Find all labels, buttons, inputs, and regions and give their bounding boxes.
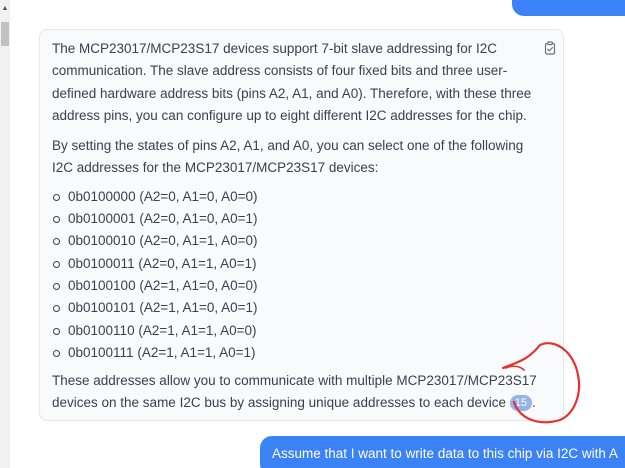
scrollbar[interactable]: ▲: [0, 0, 10, 468]
bullet-icon: [53, 193, 60, 201]
bullet-icon: [53, 216, 60, 224]
message-paragraph: By setting the states of pins A2, A1, an…: [52, 138, 524, 176]
list-item-text: 0b0100101 (A2=1, A1=0, A0=1): [68, 300, 258, 316]
list-item: 0b0100101 (A2=1, A1=0, A0=1): [52, 297, 542, 319]
clipboard-icon[interactable]: [543, 41, 557, 55]
list-item-text: 0b0100000 (A2=0, A1=0, A0=0): [68, 188, 258, 204]
list-item-text: 0b0100100 (A2=1, A1=0, A0=0): [68, 277, 258, 293]
bullet-icon: [53, 282, 60, 290]
list-item-text: 0b0100001 (A2=0, A1=0, A0=1): [68, 211, 258, 227]
paragraph-text: These addresses allow you to communicate…: [52, 373, 537, 411]
user-message-text: Assume that I want to write data to this…: [272, 446, 618, 461]
bullet-icon: [53, 305, 60, 313]
assistant-message-content: The MCP23017/MCP23S17 devices support 7-…: [52, 38, 542, 415]
address-list: 0b0100000 (A2=0, A1=0, A0=0) 0b0100001 (…: [52, 186, 542, 364]
message-paragraph: These addresses allow you to communicate…: [52, 370, 542, 415]
list-item: 0b0100010 (A2=0, A1=1, A0=0): [52, 230, 542, 252]
scroll-up-arrow-icon[interactable]: ▲: [0, 4, 10, 14]
list-item: 0b0100110 (A2=1, A1=1, A0=0): [52, 320, 542, 342]
scrollbar-thumb[interactable]: [1, 22, 9, 46]
list-item-text: 0b0100011 (A2=0, A1=1, A0=1): [68, 255, 257, 271]
bullet-icon: [53, 260, 60, 268]
list-item: 0b0100001 (A2=0, A1=0, A0=1): [52, 208, 542, 230]
list-item-text: 0b0100110 (A2=1, A1=1, A0=0): [68, 322, 257, 338]
list-item: 0b0100111 (A2=1, A1=1, A0=1): [52, 342, 542, 364]
citation-badge[interactable]: 15: [509, 395, 533, 412]
list-item-text: 0b0100111 (A2=1, A1=1, A0=1): [68, 344, 256, 360]
bullet-icon: [53, 238, 60, 246]
list-item: 0b0100011 (A2=0, A1=1, A0=1): [52, 253, 542, 275]
list-item: 0b0100000 (A2=0, A1=0, A0=0): [52, 186, 542, 208]
chat-view: ▲ The MCP23017/MCP23S17 devices support …: [0, 0, 625, 468]
list-item-text: 0b0100010 (A2=0, A1=1, A0=0): [68, 233, 258, 249]
paragraph-end: .: [532, 395, 536, 411]
bullet-icon: [53, 327, 60, 335]
previous-user-message-bubble: [512, 0, 625, 16]
bullet-icon: [53, 349, 60, 357]
message-paragraph: The MCP23017/MCP23S17 devices support 7-…: [52, 41, 532, 123]
list-item: 0b0100100 (A2=1, A1=0, A0=0): [52, 275, 542, 297]
